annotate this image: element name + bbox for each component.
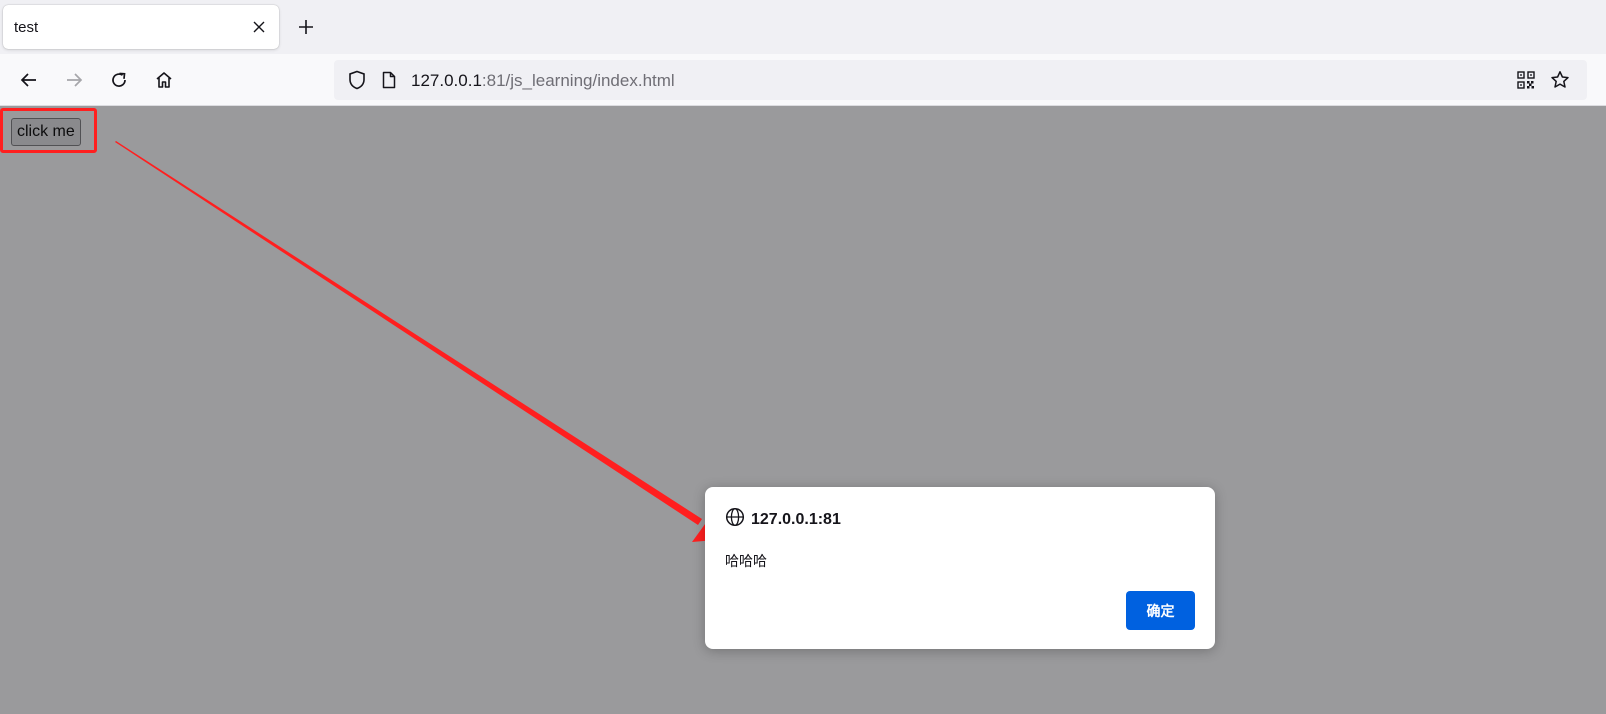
plus-icon[interactable] <box>291 12 321 42</box>
tab-test[interactable]: test <box>3 5 279 49</box>
tab-strip: test <box>0 0 1606 54</box>
navigation-toolbar: 127.0.0.1:81/js_learning/index.html <box>0 54 1606 106</box>
tab-title: test <box>14 19 39 36</box>
alert-dialog: 127.0.0.1:81 哈哈哈 确定 <box>705 487 1215 649</box>
back-arrow-icon[interactable] <box>13 64 45 96</box>
shield-icon[interactable] <box>342 60 372 100</box>
forward-arrow-icon[interactable] <box>58 64 90 96</box>
dialog-header: 127.0.0.1:81 <box>725 507 841 532</box>
home-icon[interactable] <box>148 64 180 96</box>
annotation-highlight-box <box>0 108 97 153</box>
dialog-origin: 127.0.0.1:81 <box>751 510 841 528</box>
globe-icon <box>725 507 745 532</box>
close-icon[interactable] <box>247 15 271 39</box>
qr-code-icon[interactable] <box>1512 60 1540 100</box>
ok-button[interactable]: 确定 <box>1126 591 1195 630</box>
star-icon[interactable] <box>1545 60 1575 100</box>
page-icon[interactable] <box>376 60 402 100</box>
url-text: 127.0.0.1:81/js_learning/index.html <box>411 71 675 91</box>
url-bar[interactable]: 127.0.0.1:81/js_learning/index.html <box>334 60 1587 100</box>
url-path: :81/js_learning/index.html <box>481 71 675 90</box>
dialog-message: 哈哈哈 <box>725 554 767 570</box>
reload-icon[interactable] <box>103 64 135 96</box>
url-host: 127.0.0.1 <box>411 71 482 90</box>
